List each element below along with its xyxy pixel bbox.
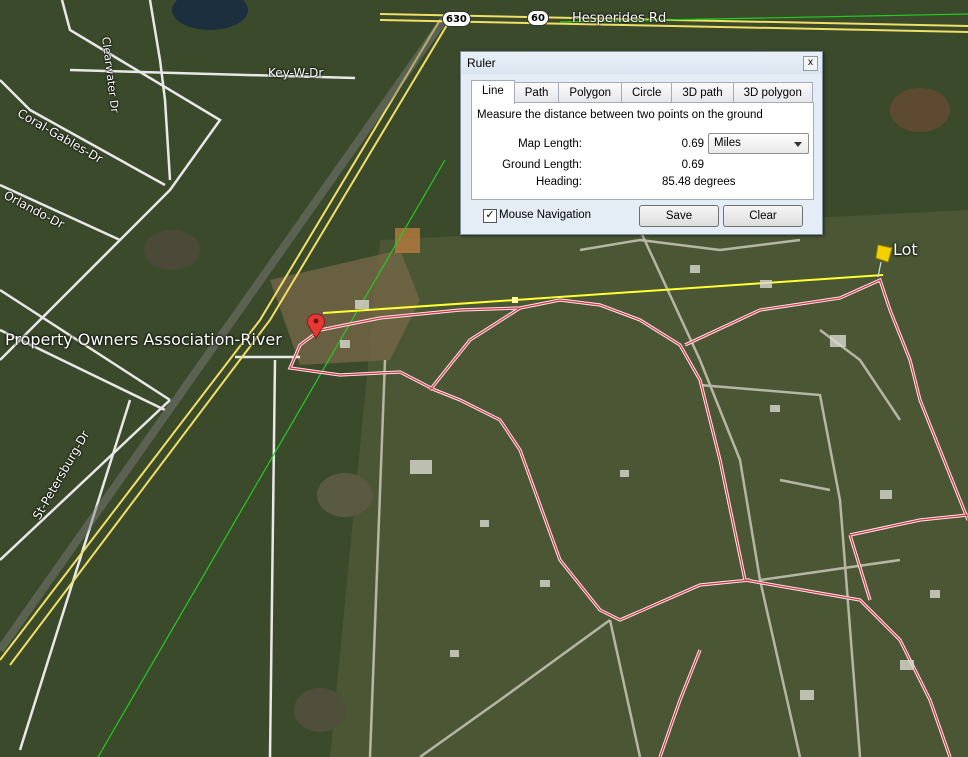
ruler-tabs: Line Path Polygon Circle 3D path 3D poly… <box>471 80 813 104</box>
chevron-down-icon <box>794 142 802 147</box>
close-icon[interactable]: x <box>803 56 818 71</box>
ground-length-value: 0.69 <box>681 159 704 171</box>
route-shield-630: 630 <box>442 11 471 27</box>
route-shield-60: 60 <box>527 10 549 26</box>
ground-length-label: Ground Length: <box>502 159 582 171</box>
tab-3d-path[interactable]: 3D path <box>671 82 734 103</box>
tab-path[interactable]: Path <box>513 82 560 103</box>
tab-polygon[interactable]: Polygon <box>558 82 622 103</box>
residential-area <box>330 210 968 757</box>
tab-line[interactable]: Line <box>471 80 515 104</box>
unit-select-value: Miles <box>714 137 741 149</box>
unit-select[interactable]: Miles <box>708 133 809 154</box>
pond-dry <box>317 473 373 517</box>
heading-label: Heading: <box>535 176 582 188</box>
save-button[interactable]: Save <box>639 205 719 227</box>
sand-pit <box>890 88 950 132</box>
ruler-dialog: Ruler x Line Path Polygon Circle 3D path… <box>460 51 823 235</box>
place-label-lot[interactable]: Lot <box>893 240 918 259</box>
measure-midpoint-handle[interactable] <box>512 297 518 303</box>
pond-dry <box>294 688 346 732</box>
ruler-footer: ✓ Mouse Navigation Save Clear <box>471 204 814 228</box>
ruler-title: Ruler <box>467 56 496 70</box>
tab-circle[interactable]: Circle <box>620 82 673 103</box>
map-length-label: Map Length: <box>518 138 582 150</box>
ruler-description: Measure the distance between two points … <box>477 109 763 121</box>
clear-button[interactable]: Clear <box>723 205 803 227</box>
mouse-navigation-checkbox[interactable]: ✓ <box>483 209 497 223</box>
map-length-value: 0.69 <box>681 138 704 150</box>
road-label-key-w: Key-W-Dr <box>268 66 324 80</box>
mouse-navigation-label[interactable]: Mouse Navigation <box>499 209 591 221</box>
ruler-line-panel: Measure the distance between two points … <box>471 102 814 200</box>
ruler-titlebar[interactable]: Ruler x <box>461 52 822 74</box>
pond-dry <box>144 230 200 270</box>
place-label-poa[interactable]: Property Owners Association-River <box>5 330 282 349</box>
heading-value: 85.48 degrees <box>662 176 736 188</box>
tab-3d-polygon[interactable]: 3D polygon <box>732 82 813 103</box>
road-label-hesperides: Hesperides Rd <box>572 11 667 26</box>
